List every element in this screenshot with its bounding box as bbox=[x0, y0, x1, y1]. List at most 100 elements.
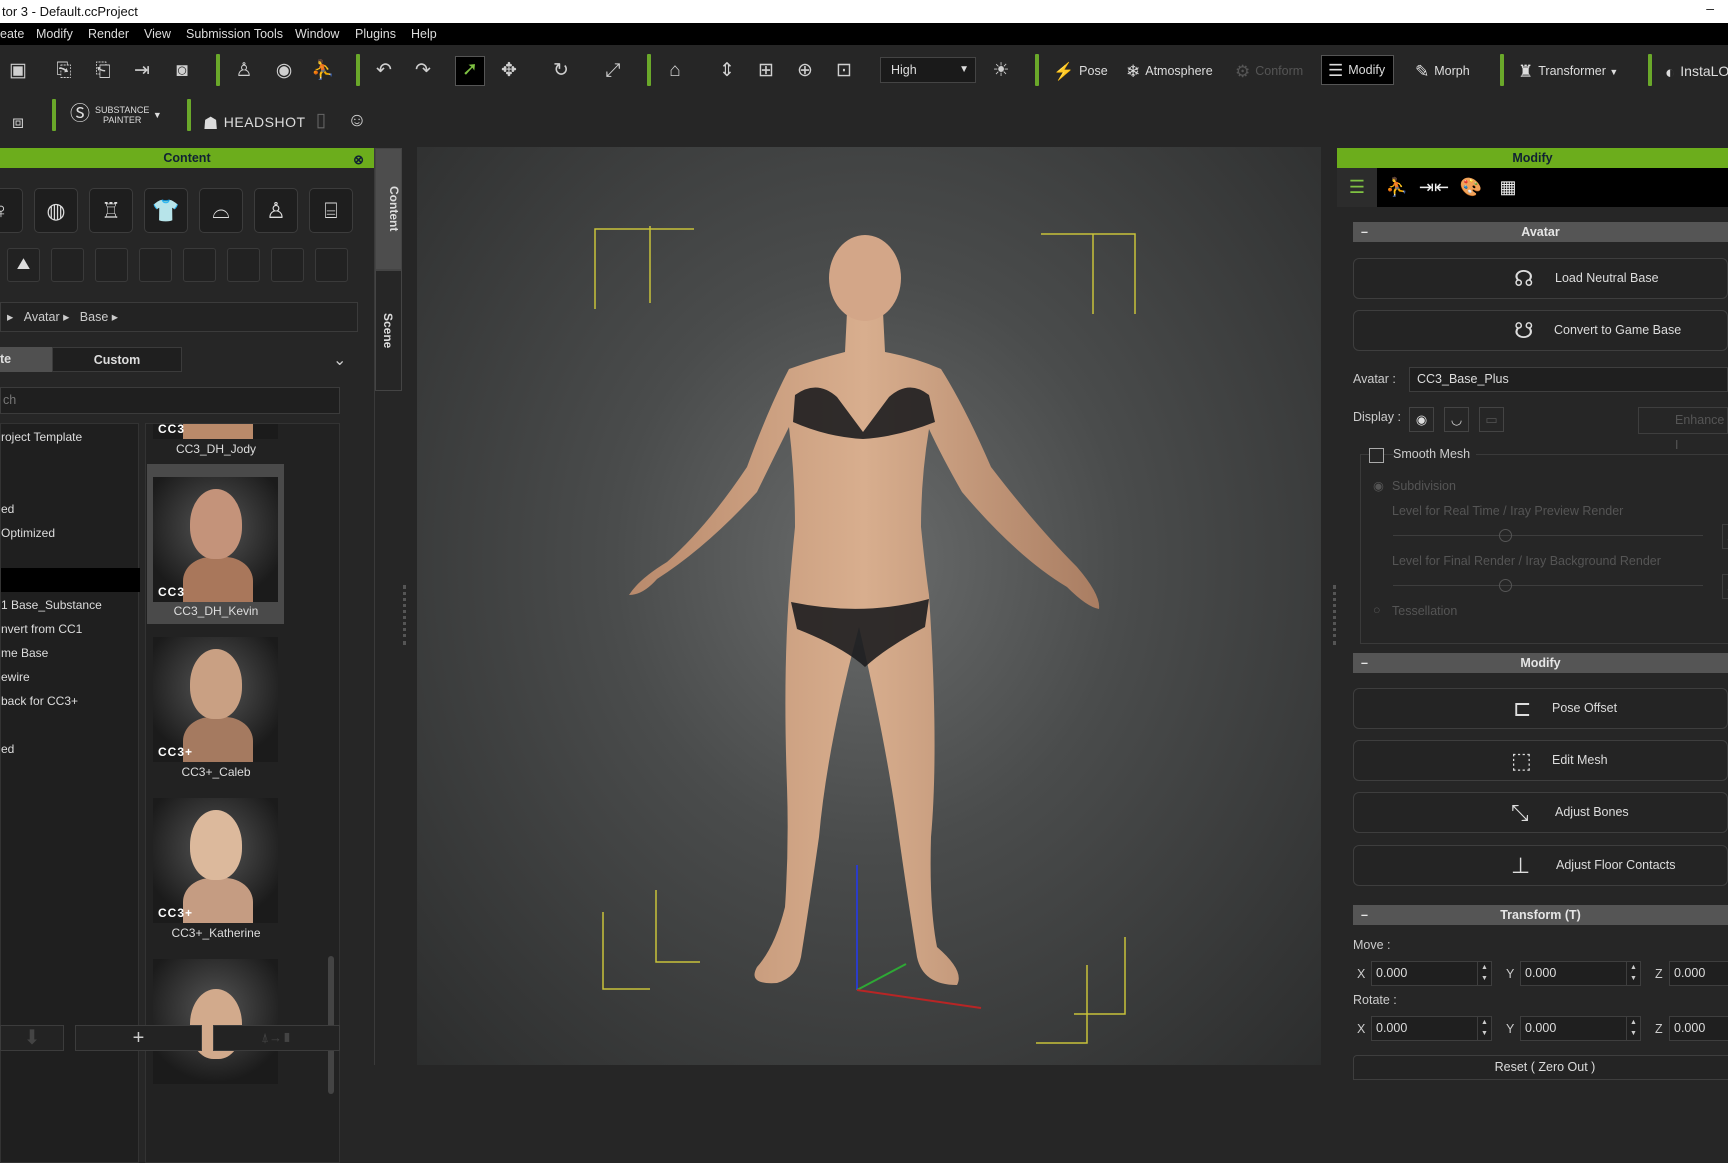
move-z-field[interactable]: 0.000 bbox=[1669, 961, 1728, 986]
spinner-icon[interactable]: ▲ ▼ bbox=[1626, 1017, 1640, 1040]
redo-icon[interactable]: ↷ bbox=[410, 58, 436, 84]
mouth-icon[interactable]: ◡ bbox=[1444, 407, 1469, 432]
minimize-button[interactable]: – bbox=[1706, 0, 1714, 16]
tree-item[interactable]: 1 Base_Substance bbox=[1, 598, 102, 612]
spinner-icon[interactable]: ▲ ▼ bbox=[1626, 962, 1640, 985]
thumbnail-caleb[interactable]: CC3+ bbox=[153, 637, 278, 762]
motion-icon[interactable]: ⛹ bbox=[310, 58, 336, 84]
splitter-handle[interactable] bbox=[1333, 585, 1336, 645]
reset-zero-out-button[interactable]: Reset ( Zero Out ) bbox=[1353, 1055, 1728, 1080]
rotate-y-field[interactable]: 0.000 ▲ ▼ bbox=[1520, 1016, 1641, 1041]
save-icon[interactable]: ▣ bbox=[5, 58, 31, 84]
adjust-floor-contacts-button[interactable]: ⊥ Adjust Floor Contacts bbox=[1353, 845, 1728, 886]
light-icon[interactable]: ☀ bbox=[988, 58, 1014, 84]
spinner-icon[interactable]: ▲ ▼ bbox=[1477, 1017, 1491, 1040]
image-icon[interactable]: ⛰ bbox=[7, 248, 40, 282]
slider-knob[interactable] bbox=[1499, 579, 1512, 592]
tree-item[interactable]: nvert from CC1 bbox=[1, 622, 82, 636]
frame-icon[interactable]: ⊡ bbox=[831, 58, 857, 84]
breadcrumb-base[interactable]: Base bbox=[80, 310, 109, 324]
level-realtime-value[interactable]: 1 bbox=[1722, 524, 1728, 549]
level-final-value[interactable]: 1 bbox=[1722, 574, 1728, 599]
tree-item-selected[interactable] bbox=[1, 568, 140, 592]
convert-game-base-button[interactable]: ☋ Convert to Game Base bbox=[1353, 310, 1728, 351]
menu-view[interactable]: View bbox=[144, 23, 171, 45]
subcategory-slot[interactable] bbox=[227, 248, 260, 282]
select-icon[interactable]: ➚ bbox=[455, 56, 485, 86]
tree-item[interactable]: ed bbox=[1, 502, 14, 516]
enhance-button[interactable]: Enhance I bbox=[1638, 407, 1728, 452]
thumbnail-katherine[interactable]: CC3+ bbox=[153, 798, 278, 923]
teeth-icon[interactable]: ▭ bbox=[1479, 407, 1504, 432]
morph-slider-icon[interactable]: ⇥⇤ bbox=[1414, 168, 1454, 207]
splitter-handle[interactable] bbox=[403, 585, 406, 645]
menu-create[interactable]: eate bbox=[0, 23, 24, 45]
cubes-icon[interactable]: ⧈ bbox=[5, 110, 31, 136]
side-tab-content[interactable]: Content bbox=[375, 148, 402, 270]
avatar-name-field[interactable]: CC3_Base_Plus bbox=[1409, 367, 1728, 392]
move-y-field[interactable]: 0.000 ▲ ▼ bbox=[1520, 961, 1641, 986]
checker-icon[interactable]: ▦ bbox=[1488, 168, 1528, 207]
tab-template[interactable]: te bbox=[0, 347, 52, 372]
import-cc-icon[interactable]: ⎗ bbox=[90, 58, 116, 84]
sliders-icon[interactable]: ☰ bbox=[1337, 168, 1377, 207]
side-tab-scene[interactable]: Scene bbox=[375, 270, 402, 391]
add-button[interactable]: + bbox=[75, 1025, 202, 1051]
hair-icon[interactable]: ▯ bbox=[308, 108, 334, 134]
character-icon[interactable]: ♙ bbox=[231, 58, 257, 84]
tree-item[interactable]: ed bbox=[1, 742, 14, 756]
category-makeup-icon[interactable]: ♖ bbox=[89, 188, 133, 233]
menu-window[interactable]: Window bbox=[295, 23, 339, 45]
scale-icon[interactable]: ⤢ bbox=[600, 58, 626, 84]
headshot-button[interactable]: ☗ HEADSHOT bbox=[203, 109, 306, 135]
transformer-button[interactable]: ♜ Transformer ▼ bbox=[1518, 58, 1618, 84]
thumbnail-jody[interactable]: CC3 bbox=[153, 424, 278, 439]
transform-section-header[interactable]: – Transform (T) bbox=[1353, 905, 1728, 925]
atmosphere-button[interactable]: ❄ Atmosphere bbox=[1126, 58, 1213, 84]
render-icon[interactable]: ◙ bbox=[169, 58, 195, 84]
home-camera-icon[interactable]: ⌂ bbox=[662, 58, 688, 84]
tree-item[interactable]: me Base bbox=[1, 646, 48, 660]
rotate-x-field[interactable]: 0.000 ▲ ▼ bbox=[1371, 1016, 1492, 1041]
edit-mesh-button[interactable]: ⬚ Edit Mesh bbox=[1353, 740, 1728, 781]
breadcrumb-avatar[interactable]: Avatar bbox=[24, 310, 60, 324]
tessellation-radio[interactable]: ○ bbox=[1373, 603, 1381, 617]
tree-item[interactable]: Optimized bbox=[1, 526, 55, 540]
move-icon[interactable]: ✥ bbox=[496, 58, 522, 84]
subcategory-slot[interactable] bbox=[315, 248, 348, 282]
export-icon[interactable]: ⇥ bbox=[129, 58, 155, 84]
conform-button[interactable]: ⚙ Conform bbox=[1235, 58, 1303, 84]
category-pose-icon[interactable]: ♙ bbox=[254, 188, 298, 233]
category-accessory-icon[interactable]: ⌓ bbox=[199, 188, 243, 233]
modify-section-header[interactable]: – Modify bbox=[1353, 653, 1728, 673]
avatar-section-header[interactable]: – Avatar bbox=[1353, 222, 1728, 242]
rotate-z-field[interactable]: 0.000 bbox=[1669, 1016, 1728, 1041]
menu-submission-tools[interactable]: Submission Tools bbox=[186, 23, 283, 45]
apply-button[interactable]: ⍋→▮ bbox=[213, 1025, 340, 1051]
tree-item[interactable]: back for CC3+ bbox=[1, 694, 78, 708]
tree-item[interactable]: roject Template bbox=[1, 430, 82, 444]
spinner-icon[interactable]: ▲ ▼ bbox=[1477, 962, 1491, 985]
tree-item[interactable]: ewire bbox=[1, 670, 30, 684]
download-button[interactable]: ⬇ bbox=[0, 1025, 64, 1051]
substance-painter-button[interactable]: Ⓢ SUBSTANCE PAINTER ▼ bbox=[70, 101, 162, 141]
pose-offset-button[interactable]: ⊏ Pose Offset bbox=[1353, 688, 1728, 729]
chevron-down-icon[interactable]: ⌄ bbox=[333, 350, 346, 370]
slider-knob[interactable] bbox=[1499, 529, 1512, 542]
orbit-icon[interactable]: ⊕ bbox=[792, 58, 818, 84]
menu-plugins[interactable]: Plugins bbox=[355, 23, 396, 45]
fit-all-icon[interactable]: ⊞ bbox=[753, 58, 779, 84]
subcategory-slot[interactable] bbox=[271, 248, 304, 282]
motion-pilot-icon[interactable]: ⛹ bbox=[1377, 168, 1417, 207]
palette-icon[interactable]: 🎨 bbox=[1451, 168, 1491, 207]
head-icon[interactable]: ☺ bbox=[344, 108, 370, 134]
rotate-icon[interactable]: ↻ bbox=[548, 58, 574, 84]
modify-button[interactable]: ☰ Modify bbox=[1321, 55, 1394, 85]
pose-button[interactable]: ⚡ Pose bbox=[1053, 58, 1108, 84]
category-stage-icon[interactable]: ⌸ bbox=[309, 188, 353, 233]
tab-custom[interactable]: Custom bbox=[52, 347, 182, 372]
subcategory-slot[interactable] bbox=[51, 248, 84, 282]
search-input[interactable]: ch bbox=[0, 387, 340, 414]
close-icon[interactable]: ⊗ bbox=[353, 150, 364, 170]
object-icon[interactable]: ◉ bbox=[271, 58, 297, 84]
